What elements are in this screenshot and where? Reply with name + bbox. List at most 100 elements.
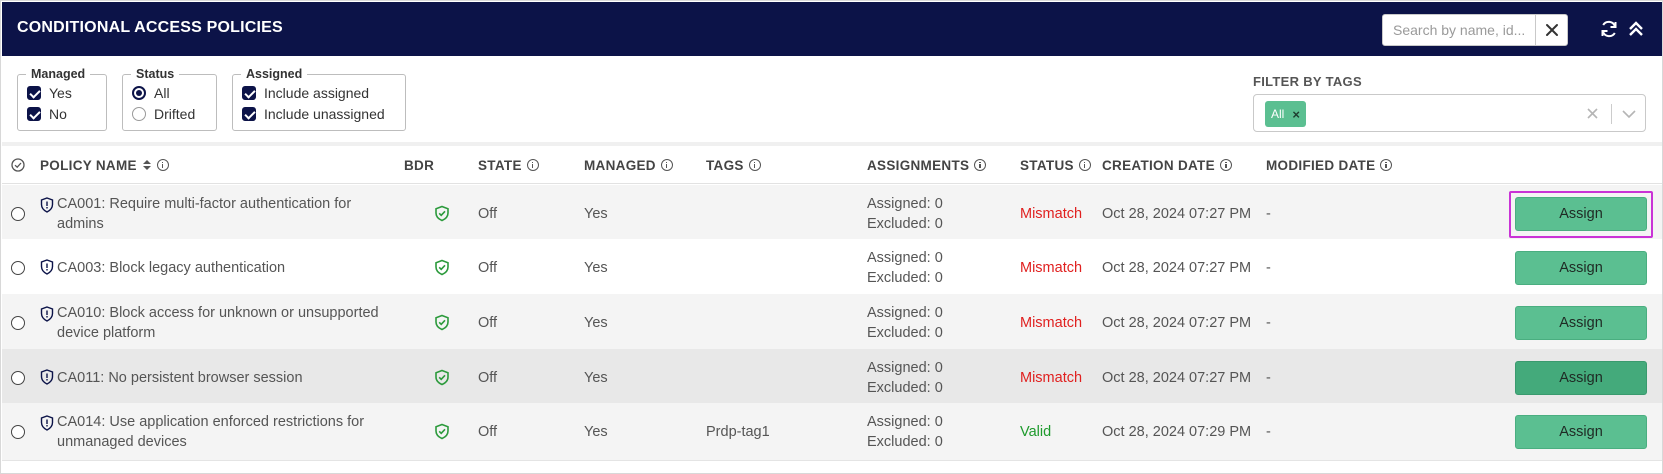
col-state-label: STATE: [478, 157, 522, 173]
status-filter-legend: Status: [131, 67, 180, 81]
search-box: [1382, 14, 1568, 46]
check-circle-icon: [11, 158, 25, 172]
col-status-label: STATUS: [1020, 157, 1074, 173]
info-icon[interactable]: [974, 159, 987, 171]
managed-no-option[interactable]: No: [27, 106, 67, 122]
policy-shield-icon: [40, 197, 54, 213]
table-row[interactable]: CA001: Require multi-factor authenticati…: [2, 185, 1662, 243]
policy-name-cell[interactable]: CA003: Block legacy authentication: [57, 239, 397, 296]
col-creation-date-label: CREATION DATE: [1102, 157, 1215, 173]
refresh-icon: [1601, 20, 1617, 38]
status-all-radio[interactable]: [132, 86, 146, 100]
sort-icon[interactable]: [142, 159, 152, 171]
search-clear-button[interactable]: [1535, 15, 1567, 45]
excluded-count: Excluded: 0: [867, 379, 943, 396]
status-cell: Mismatch: [1020, 205, 1083, 222]
conditional-access-page: CONDITIONAL ACCESS POLICIES Search by na…: [0, 0, 1663, 474]
select-all-toggle[interactable]: [11, 146, 25, 184]
creation-date-cell: Oct 28, 2024 07:27 PM: [1102, 369, 1252, 386]
status-all-label: All: [154, 85, 170, 101]
creation-date-cell: Oct 28, 2024 07:29 PM: [1102, 423, 1252, 440]
managed-cell: Yes: [584, 314, 608, 331]
bdr-shield-check-icon: [435, 205, 449, 222]
tag-filter-dropdown-button[interactable]: [1620, 105, 1638, 123]
refresh-button[interactable]: [1599, 19, 1619, 39]
policy-name-cell[interactable]: CA011: No persistent browser session: [57, 349, 397, 406]
managed-yes-checkbox[interactable]: [27, 86, 41, 100]
assigned-count: Assigned: 0: [867, 195, 943, 212]
include-unassigned-option[interactable]: Include unassigned: [242, 106, 385, 122]
col-state[interactable]: STATE: [478, 146, 539, 184]
managed-cell: Yes: [584, 423, 608, 440]
tag-filter-select[interactable]: All ×: [1253, 94, 1646, 132]
info-icon[interactable]: [156, 159, 169, 171]
row-select-radio[interactable]: [11, 371, 25, 385]
modified-date-cell: -: [1266, 369, 1271, 386]
include-assigned-label: Include assigned: [264, 85, 370, 101]
policy-name-line2: unmanaged devices: [57, 433, 187, 450]
row-select-radio[interactable]: [11, 261, 25, 275]
include-unassigned-checkbox[interactable]: [242, 107, 256, 121]
assign-button[interactable]: Assign: [1515, 415, 1647, 449]
status-drifted-option[interactable]: Drifted: [132, 106, 195, 122]
col-modified-date[interactable]: MODIFIED DATE: [1266, 146, 1393, 184]
assign-button[interactable]: Assign: [1515, 361, 1647, 395]
excluded-count: Excluded: 0: [867, 324, 943, 341]
assign-button[interactable]: Assign: [1515, 306, 1647, 340]
include-assigned-checkbox[interactable]: [242, 86, 256, 100]
info-icon[interactable]: [660, 159, 673, 171]
modified-date-cell: -: [1266, 423, 1271, 440]
collapse-button[interactable]: [1626, 19, 1646, 39]
row-select-radio[interactable]: [11, 425, 25, 439]
tag-chip-label: All: [1271, 107, 1285, 121]
table-row[interactable]: CA010: Block access for unknown or unsup…: [2, 294, 1662, 352]
status-all-option[interactable]: All: [132, 85, 170, 101]
include-assigned-option[interactable]: Include assigned: [242, 85, 369, 101]
row-select-radio[interactable]: [11, 316, 25, 330]
table-row[interactable]: CA011: No persistent browser session Off…: [2, 349, 1662, 407]
info-icon[interactable]: [1219, 159, 1232, 171]
excluded-count: Excluded: 0: [867, 433, 943, 450]
status-drifted-radio[interactable]: [132, 107, 146, 121]
double-chevron-up-icon: [1629, 21, 1643, 36]
managed-no-label: No: [49, 106, 67, 122]
policy-name-line2: admins: [57, 215, 104, 232]
tag-chip-remove-icon[interactable]: ×: [1292, 107, 1300, 122]
assigned-count: Assigned: 0: [867, 413, 943, 430]
assigned-count: Assigned: 0: [867, 304, 943, 321]
info-icon[interactable]: [1380, 159, 1393, 171]
managed-no-checkbox[interactable]: [27, 107, 41, 121]
col-modified-date-label: MODIFIED DATE: [1266, 157, 1376, 173]
col-creation-date[interactable]: CREATION DATE: [1102, 146, 1232, 184]
creation-date-cell: Oct 28, 2024 07:27 PM: [1102, 259, 1252, 276]
col-managed[interactable]: MANAGED: [584, 146, 673, 184]
managed-yes-option[interactable]: Yes: [27, 85, 72, 101]
page-title: CONDITIONAL ACCESS POLICIES: [17, 19, 283, 36]
col-managed-label: MANAGED: [584, 157, 656, 173]
policy-name-cell[interactable]: CA001: Require multi-factor authenticati…: [57, 185, 397, 242]
chevron-down-icon: [1622, 110, 1636, 119]
policy-shield-icon: [40, 369, 54, 385]
tag-filter-clear-button[interactable]: [1584, 104, 1600, 122]
managed-cell: Yes: [584, 205, 608, 222]
excluded-count: Excluded: 0: [867, 215, 943, 232]
col-assignments[interactable]: ASSIGNMENTS: [867, 146, 987, 184]
tag-chip-all: All ×: [1265, 101, 1306, 127]
search-input[interactable]: [1383, 15, 1535, 45]
assign-button[interactable]: Assign: [1515, 197, 1647, 231]
policy-name-cell[interactable]: CA014: Use application enforced restrict…: [57, 403, 397, 460]
col-policy-name[interactable]: POLICY NAME: [40, 146, 169, 184]
info-icon[interactable]: [748, 159, 761, 171]
col-tags[interactable]: TAGS: [706, 146, 761, 184]
state-cell: Off: [478, 259, 498, 276]
table-row[interactable]: CA014: Use application enforced restrict…: [2, 403, 1662, 461]
row-select-radio[interactable]: [11, 207, 25, 221]
info-icon[interactable]: [526, 159, 539, 171]
policy-name-line2: device platform: [57, 324, 156, 341]
policy-name-cell[interactable]: CA010: Block access for unknown or unsup…: [57, 294, 397, 351]
info-icon[interactable]: [1078, 159, 1091, 171]
assign-button[interactable]: Assign: [1515, 251, 1647, 285]
col-status[interactable]: STATUS: [1020, 146, 1091, 184]
modified-date-cell: -: [1266, 314, 1271, 331]
table-row[interactable]: CA003: Block legacy authentication Off Y…: [2, 239, 1662, 297]
